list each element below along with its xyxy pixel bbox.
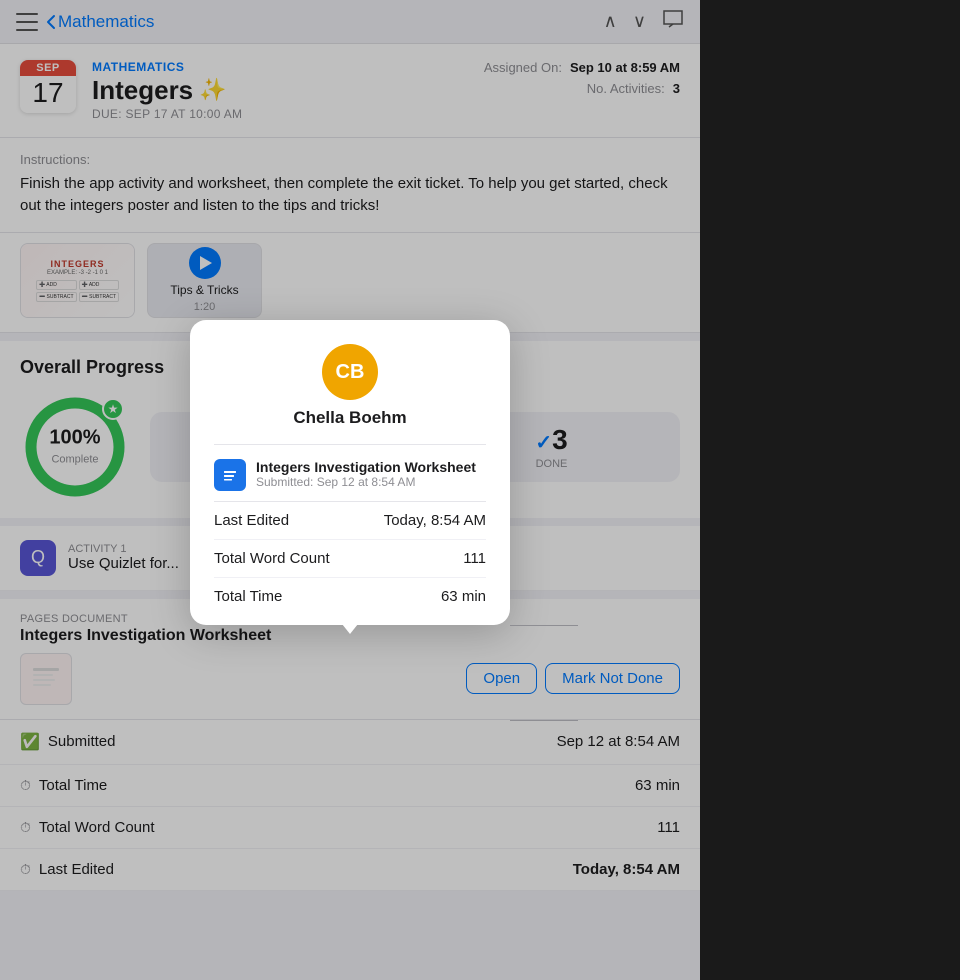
connector-line-2 bbox=[510, 720, 578, 721]
popup-word-count-value: 111 bbox=[463, 550, 486, 567]
popup-avatar-row: CB Chella Boehm bbox=[214, 344, 486, 428]
popup-wrapper: CB Chella Boehm bbox=[190, 320, 510, 634]
connector-line-1 bbox=[510, 625, 578, 626]
popup-tail bbox=[342, 624, 358, 634]
popup-total-time-value: 63 min bbox=[441, 588, 486, 605]
popup-doc-submitted: Submitted: Sep 12 at 8:54 AM bbox=[256, 475, 486, 489]
popup-body: CB Chella Boehm bbox=[190, 320, 510, 625]
popup-word-count-row: Total Word Count 111 bbox=[214, 540, 486, 578]
popup-total-time-row: Total Time 63 min bbox=[214, 578, 486, 605]
popup-last-edited-value: Today, 8:54 AM bbox=[384, 512, 486, 529]
popup-avatar: CB bbox=[322, 344, 378, 400]
popup-doc-row: Integers Investigation Worksheet Submitt… bbox=[214, 445, 486, 501]
popup-last-edited-label: Last Edited bbox=[214, 512, 289, 529]
popup-doc-info: Integers Investigation Worksheet Submitt… bbox=[256, 459, 486, 489]
popup-total-time-label: Total Time bbox=[214, 588, 282, 605]
popup-overlay: CB Chella Boehm bbox=[0, 0, 700, 980]
popup-word-count-label: Total Word Count bbox=[214, 550, 330, 567]
student-popup: CB Chella Boehm bbox=[190, 320, 510, 625]
popup-last-edited-row: Last Edited Today, 8:54 AM bbox=[214, 502, 486, 540]
popup-student-name: Chella Boehm bbox=[293, 408, 406, 428]
right-panel bbox=[700, 0, 960, 980]
popup-doc-name: Integers Investigation Worksheet bbox=[256, 459, 486, 475]
popup-doc-icon bbox=[214, 459, 246, 491]
